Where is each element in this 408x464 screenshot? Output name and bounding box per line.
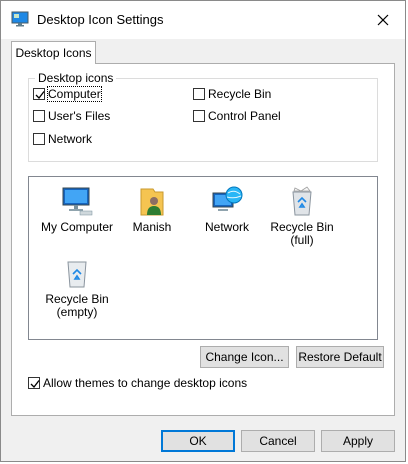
checkbox-box[interactable] [33, 110, 45, 122]
icon-item-recycle-bin-empty[interactable]: Recycle Bin (empty) [39, 257, 115, 319]
checkbox-allow-themes[interactable]: Allow themes to change desktop icons [28, 376, 247, 390]
checkbox-control-panel[interactable]: Control Panel [193, 109, 281, 123]
checkbox-recycle-bin[interactable]: Recycle Bin [193, 87, 271, 101]
dialog-footer: OK Cancel Apply [1, 423, 405, 463]
icon-item-my-computer[interactable]: My Computer [39, 185, 115, 234]
checkbox-users-files[interactable]: User's Files [33, 109, 110, 123]
icon-caption-sub: (empty) [56, 305, 98, 319]
title-bar: Desktop Icon Settings [1, 1, 405, 39]
checkbox-box[interactable] [28, 377, 40, 389]
icon-item-user[interactable]: Manish [114, 185, 190, 234]
user-folder-icon [140, 188, 164, 216]
icon-list[interactable]: My Computer Manish Network Recycle Bin (… [28, 176, 378, 340]
apply-label: Apply [342, 434, 374, 448]
checkbox-box[interactable] [33, 133, 45, 145]
icon-item-recycle-bin-full[interactable]: Recycle Bin (full) [264, 185, 340, 247]
check-mark-icon [35, 91, 45, 99]
checkbox-computer[interactable]: Computer [33, 86, 102, 102]
checkbox-label: Control Panel [208, 109, 281, 123]
icon-caption: Manish [132, 220, 172, 234]
icon-item-network[interactable]: Network [189, 185, 265, 234]
apply-button[interactable]: Apply [321, 430, 395, 452]
network-icon [212, 186, 243, 211]
checkbox-label: Network [48, 132, 93, 146]
cancel-label: Cancel [259, 434, 297, 448]
recycle-bin-full-icon [292, 186, 312, 216]
checkbox-label: User's Files [48, 109, 111, 123]
close-icon [377, 14, 389, 26]
icon-caption: My Computer [40, 220, 114, 234]
checkbox-label: Allow themes to change desktop icons [43, 376, 248, 390]
checkbox-network[interactable]: Network [33, 132, 92, 146]
change-icon-label: Change Icon... [205, 350, 284, 364]
window-title: Desktop Icon Settings [37, 12, 164, 27]
tab-desktop-icons[interactable]: Desktop Icons [11, 41, 96, 64]
close-button[interactable] [361, 1, 405, 39]
restore-default-label: Restore Default [298, 350, 382, 364]
dialog-content: Desktop Icons Desktop icons Computer Rec… [1, 39, 405, 423]
desktop-icons-group: Desktop icons Computer Recycle Bin User'… [28, 71, 378, 162]
restore-default-button[interactable]: Restore Default [296, 346, 384, 368]
ok-label: OK [189, 434, 207, 448]
tab-panel: Desktop icons Computer Recycle Bin User'… [11, 63, 395, 416]
recycle-bin-empty-icon [67, 261, 87, 288]
icon-caption: Network [204, 220, 249, 234]
change-icon-button[interactable]: Change Icon... [200, 346, 289, 368]
my-computer-icon [62, 187, 93, 216]
checkbox-box[interactable] [193, 110, 205, 122]
dialog-window: Desktop Icon Settings Desktop Icons Desk… [0, 0, 406, 462]
tab-label: Desktop Icons [15, 46, 92, 60]
desktop-settings-icon [11, 11, 29, 27]
checkbox-label: Recycle Bin [208, 87, 272, 101]
ok-button[interactable]: OK [161, 430, 235, 452]
checkbox-box[interactable] [193, 88, 205, 100]
group-label: Desktop icons [35, 71, 117, 85]
check-mark-icon [30, 380, 40, 388]
checkbox-label: Computer [47, 86, 102, 102]
checkbox-box[interactable] [33, 88, 45, 100]
cancel-button[interactable]: Cancel [241, 430, 315, 452]
icon-caption-sub: (full) [290, 233, 314, 247]
